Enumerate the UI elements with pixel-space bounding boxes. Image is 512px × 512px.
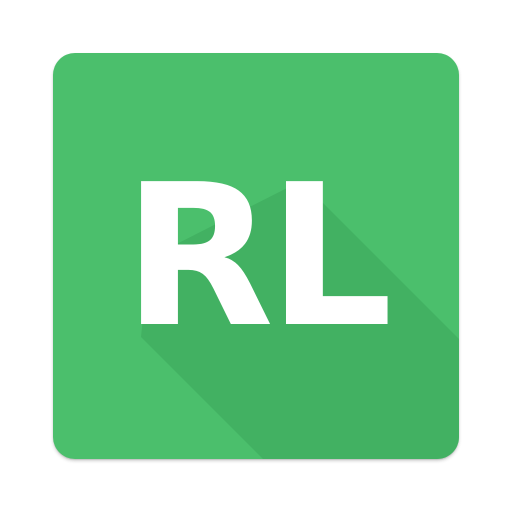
app-icon-label: RL: [123, 143, 393, 371]
canvas: RL: [0, 0, 512, 512]
app-icon[interactable]: RL: [53, 53, 459, 459]
